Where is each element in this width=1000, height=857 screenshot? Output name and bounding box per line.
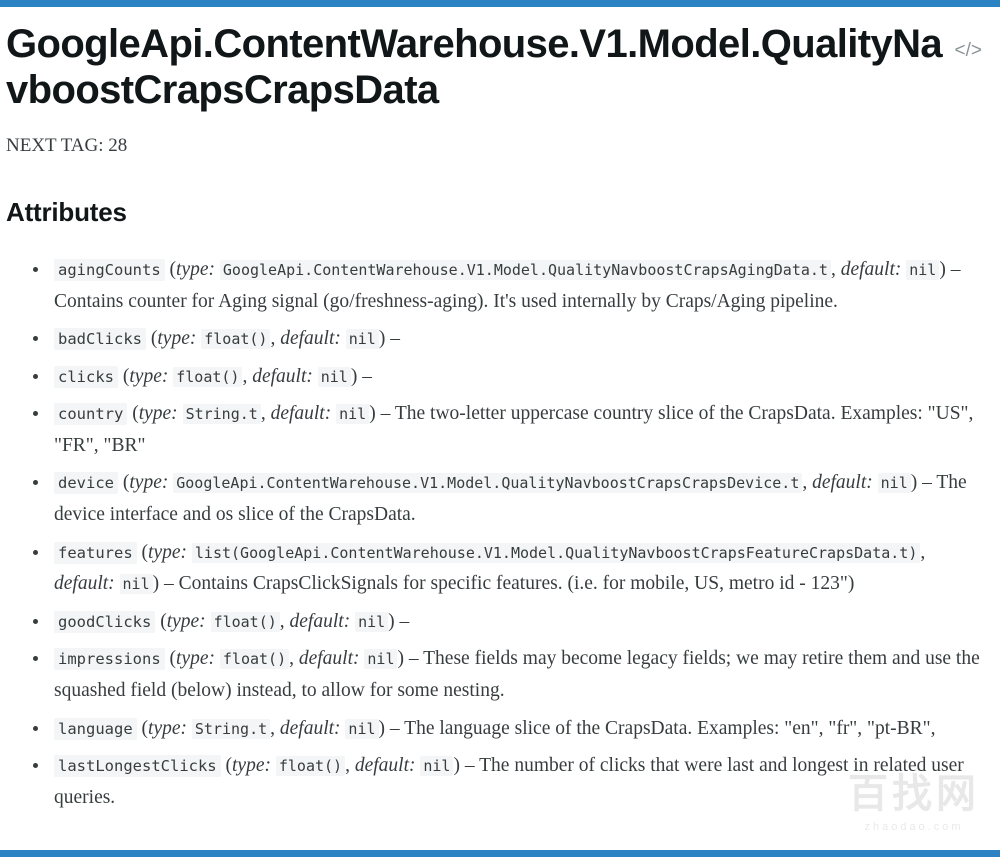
- type-label: type:: [129, 472, 168, 493]
- attribute-item: language (type: String.t, default: nil) …: [6, 713, 982, 745]
- attribute-name: lastLongestClicks: [54, 755, 221, 777]
- type-label: type:: [232, 755, 271, 776]
- dash-separator: –: [460, 755, 479, 776]
- attribute-type: GoogleApi.ContentWarehouse.V1.Model.Qual…: [173, 473, 802, 493]
- type-label: type:: [157, 328, 196, 349]
- comma-separator: ,: [345, 755, 355, 776]
- attributes-list: agingCounts (type: GoogleApi.ContentWare…: [6, 254, 982, 813]
- dash-separator: –: [385, 328, 400, 349]
- default-label: default:: [841, 259, 902, 280]
- comma-separator: ,: [802, 472, 812, 493]
- attribute-default: nil: [345, 719, 378, 739]
- comma-separator: ,: [280, 611, 290, 632]
- attribute-default: nil: [120, 574, 153, 594]
- attribute-type: String.t: [192, 719, 270, 739]
- type-label: type:: [148, 718, 187, 739]
- attribute-type: float(): [211, 612, 280, 632]
- type-label: type:: [148, 542, 187, 563]
- attribute-item: country (type: String.t, default: nil) –…: [6, 398, 982, 461]
- attribute-default: nil: [346, 329, 379, 349]
- dash-separator: –: [404, 648, 423, 669]
- dash-separator: –: [946, 259, 961, 280]
- attribute-item: agingCounts (type: GoogleApi.ContentWare…: [6, 254, 982, 317]
- attribute-item: clicks (type: float(), default: nil) –: [6, 361, 982, 393]
- attribute-item: device (type: GoogleApi.ContentWarehouse…: [6, 467, 982, 530]
- comma-separator: ,: [831, 259, 841, 280]
- comma-separator: ,: [270, 328, 280, 349]
- attribute-default: nil: [906, 260, 939, 280]
- dash-separator: –: [376, 403, 395, 424]
- attribute-default: nil: [318, 367, 351, 387]
- attribute-type: GoogleApi.ContentWarehouse.V1.Model.Qual…: [220, 260, 831, 280]
- default-label: default:: [54, 573, 115, 594]
- attribute-description: Contains counter for Aging signal (go/fr…: [54, 291, 838, 312]
- attributes-heading: Attributes: [6, 197, 982, 228]
- comma-separator: ,: [289, 648, 299, 669]
- attribute-name: country: [54, 403, 127, 425]
- attribute-type: float(): [276, 756, 345, 776]
- attribute-name: impressions: [54, 648, 165, 670]
- dash-separator: –: [159, 573, 179, 594]
- attribute-name: device: [54, 472, 118, 494]
- attribute-type: String.t: [183, 404, 261, 424]
- attribute-item: impressions (type: float(), default: nil…: [6, 643, 982, 706]
- default-label: default:: [299, 648, 360, 669]
- attribute-default: nil: [878, 473, 911, 493]
- attribute-name: features: [54, 542, 137, 564]
- attribute-name: clicks: [54, 366, 118, 388]
- attribute-type: float(): [220, 649, 289, 669]
- default-label: default:: [290, 611, 351, 632]
- type-label: type:: [167, 611, 206, 632]
- dash-separator: –: [917, 472, 936, 493]
- comma-separator: ,: [261, 403, 271, 424]
- attribute-name: badClicks: [54, 328, 146, 350]
- attribute-default: nil: [355, 612, 388, 632]
- attribute-default: nil: [336, 404, 369, 424]
- comma-separator: ,: [242, 366, 252, 387]
- default-label: default:: [280, 718, 341, 739]
- attribute-name: goodClicks: [54, 611, 155, 633]
- attribute-item: goodClicks (type: float(), default: nil)…: [6, 606, 982, 638]
- attribute-default: nil: [364, 649, 397, 669]
- attribute-name: language: [54, 718, 137, 740]
- attribute-type: float(): [173, 367, 242, 387]
- comma-separator: ,: [920, 542, 925, 563]
- attribute-item: features (type: list(GoogleApi.ContentWa…: [6, 537, 982, 600]
- attribute-description: Contains CrapsClickSignals for specific …: [179, 573, 855, 594]
- page-title: GoogleApi.ContentWarehouse.V1.Model.Qual…: [6, 21, 947, 113]
- dash-separator: –: [385, 718, 404, 739]
- code-view-icon[interactable]: </>: [947, 41, 982, 60]
- attribute-item: lastLongestClicks (type: float(), defaul…: [6, 750, 982, 813]
- type-label: type:: [176, 648, 215, 669]
- attribute-type: list(GoogleApi.ContentWarehouse.V1.Model…: [192, 543, 920, 563]
- title-row: GoogleApi.ContentWarehouse.V1.Model.Qual…: [6, 7, 982, 113]
- attribute-type: float(): [201, 329, 270, 349]
- dash-separator: –: [357, 366, 372, 387]
- default-label: default:: [271, 403, 332, 424]
- type-label: type:: [129, 366, 168, 387]
- next-tag-label: NEXT TAG: 28: [6, 135, 982, 157]
- watermark-sub: zhaodao.com: [848, 821, 980, 833]
- attribute-default: nil: [420, 756, 453, 776]
- top-accent-bar: [0, 0, 1000, 7]
- type-label: type:: [176, 259, 215, 280]
- document-page: GoogleApi.ContentWarehouse.V1.Model.Qual…: [0, 7, 1000, 813]
- dash-separator: –: [395, 611, 410, 632]
- default-label: default:: [280, 328, 341, 349]
- default-label: default:: [355, 755, 416, 776]
- attribute-name: agingCounts: [54, 259, 165, 281]
- default-label: default:: [252, 366, 313, 387]
- type-label: type:: [139, 403, 178, 424]
- attribute-item: badClicks (type: float(), default: nil) …: [6, 323, 982, 355]
- attribute-description: The language slice of the CrapsData. Exa…: [404, 718, 935, 739]
- comma-separator: ,: [270, 718, 280, 739]
- default-label: default:: [812, 472, 873, 493]
- bottom-accent-bar: [0, 850, 1000, 857]
